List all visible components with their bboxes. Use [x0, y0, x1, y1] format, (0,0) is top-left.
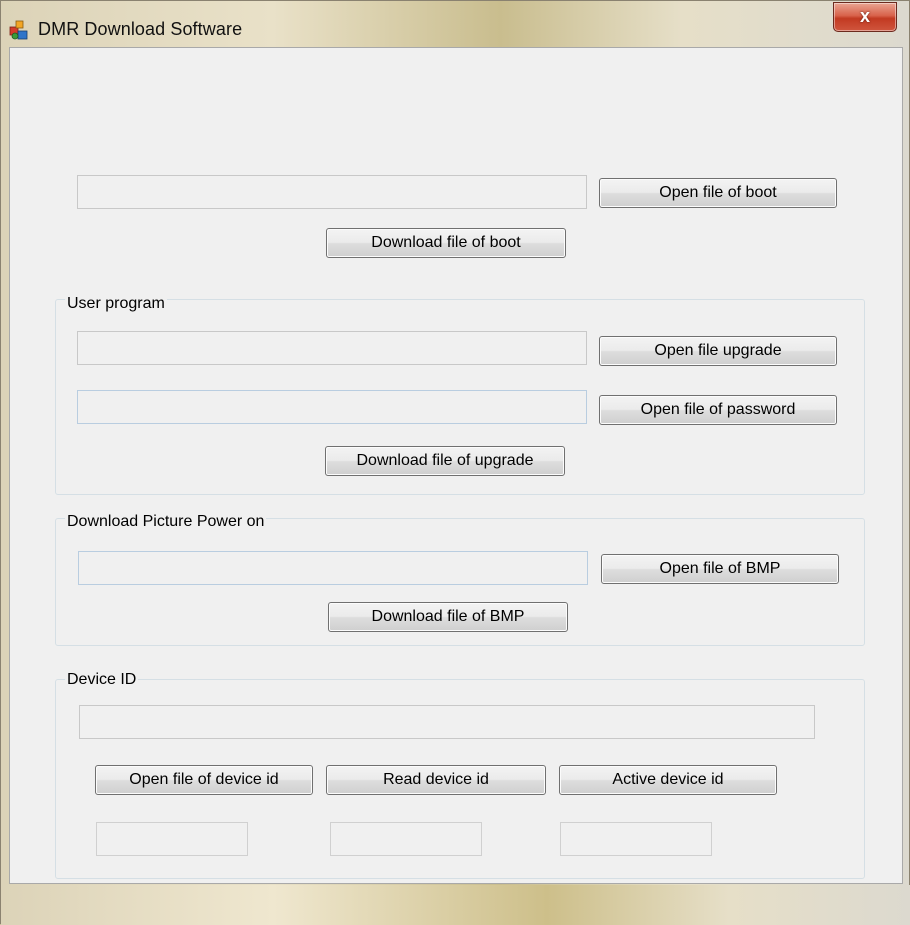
download-upgrade-button[interactable]: Download file of upgrade [325, 446, 565, 476]
open-boot-file-button[interactable]: Open file of boot [599, 178, 837, 208]
open-password-file-button[interactable]: Open file of password [599, 395, 837, 425]
title-bar[interactable]: DMR Download Software x [1, 1, 909, 47]
close-icon: x [859, 6, 870, 26]
device-readout-3[interactable] [560, 822, 712, 856]
upgrade-file-path-field[interactable] [77, 331, 587, 365]
open-device-id-file-button[interactable]: Open file of device id [95, 765, 313, 795]
bmp-file-path-field[interactable] [78, 551, 588, 585]
boot-file-path-field[interactable] [77, 175, 587, 209]
download-boot-button[interactable]: Download file of boot [326, 228, 566, 258]
active-device-id-button[interactable]: Active device id [559, 765, 777, 795]
password-file-path-field[interactable] [77, 390, 587, 424]
download-picture-label: Download Picture Power on [65, 513, 267, 531]
download-bmp-button[interactable]: Download file of BMP [328, 602, 568, 632]
app-icon [9, 20, 28, 40]
window-title: DMR Download Software [38, 19, 243, 39]
read-device-id-button[interactable]: Read device id [326, 765, 546, 795]
device-id-label: Device ID [65, 671, 139, 689]
device-readout-2[interactable] [330, 822, 482, 856]
device-readout-1[interactable] [96, 822, 248, 856]
app-window: DMR Download Software x Open file of boo… [0, 0, 910, 925]
close-button[interactable]: x [833, 2, 897, 32]
device-id-field[interactable] [79, 705, 815, 739]
window-bottom-frame [1, 885, 910, 925]
open-bmp-file-button[interactable]: Open file of BMP [601, 554, 839, 584]
open-upgrade-file-button[interactable]: Open file upgrade [599, 336, 837, 366]
user-program-label: User program [65, 295, 167, 313]
